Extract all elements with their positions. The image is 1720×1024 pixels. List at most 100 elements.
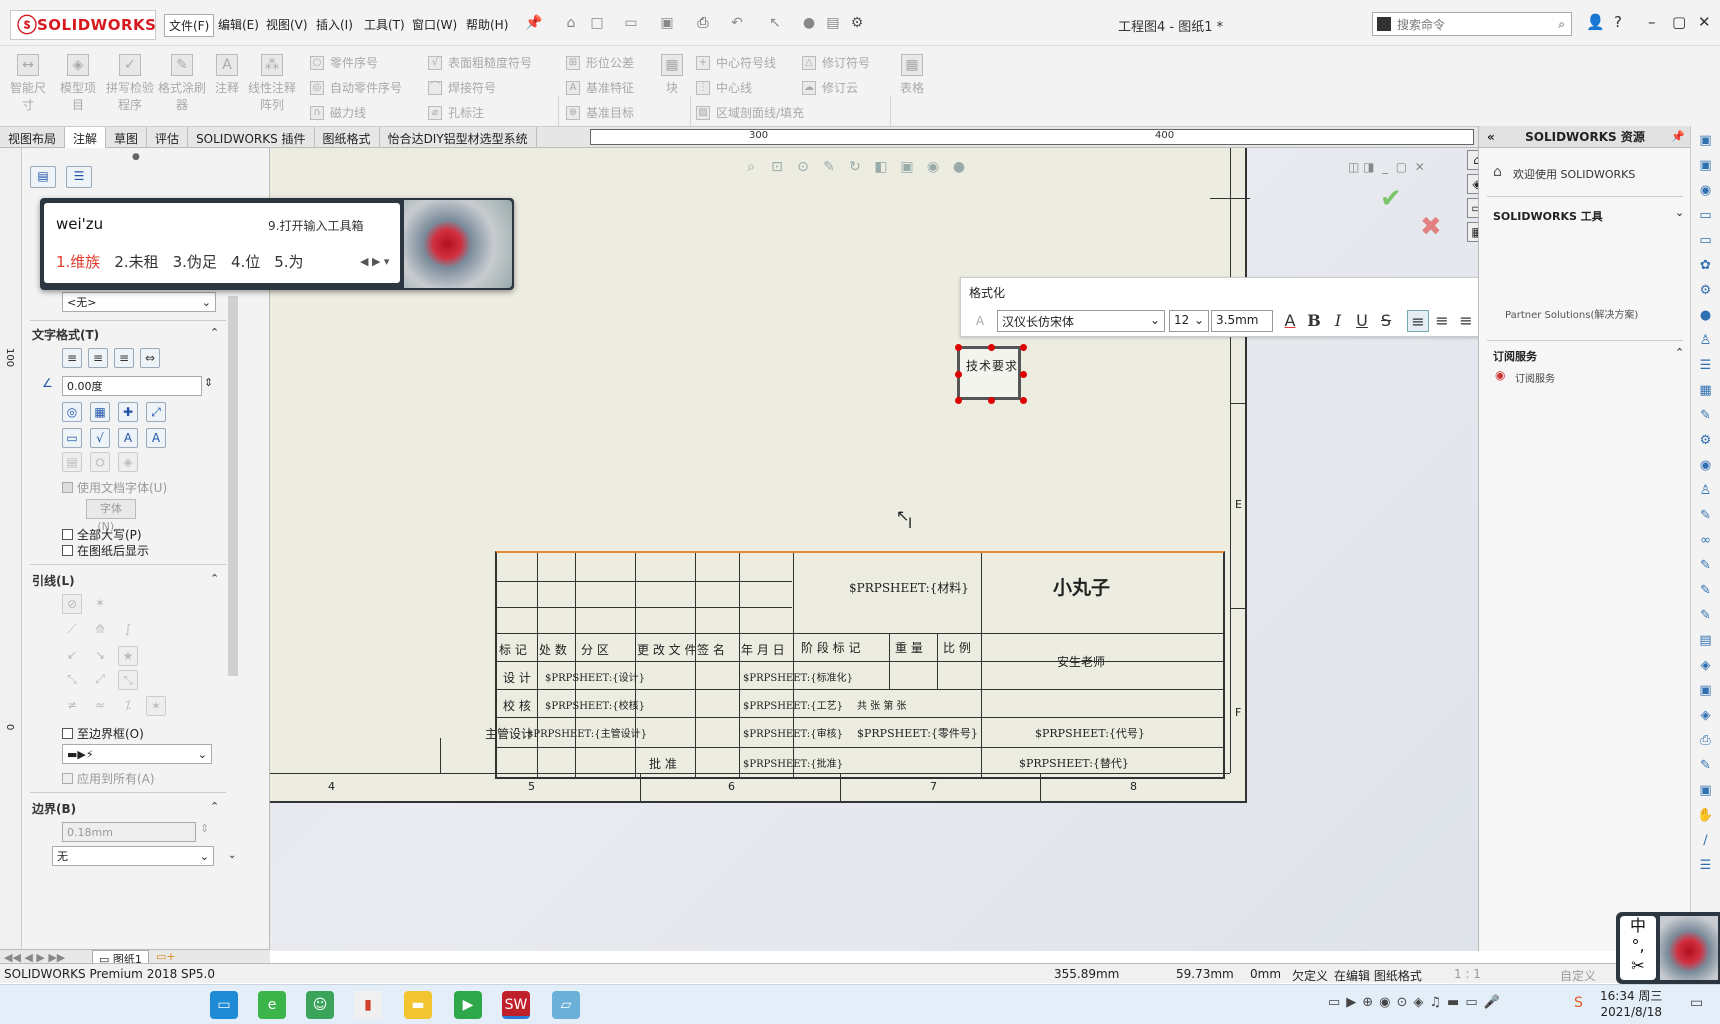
use-doc-font-checkbox[interactable]: 使用文档字体(U) xyxy=(62,479,167,496)
link-icon[interactable]: ∞ xyxy=(1697,533,1715,551)
revision-cloud-button[interactable]: ☁ 修订云 xyxy=(802,79,870,96)
ime-candidate[interactable]: 1.维族 xyxy=(56,251,100,272)
pin-icon[interactable]: 📌 xyxy=(1671,126,1685,148)
chief-field[interactable]: $PRPSHEET:{主管设计} xyxy=(527,725,692,740)
attach-icon[interactable]: ✶ xyxy=(146,696,166,716)
file-icon[interactable]: ▭ xyxy=(1697,208,1715,226)
auto-balloon-button[interactable]: ◎ 自动零件序号 xyxy=(310,79,402,96)
scroll-down-icon[interactable]: ⌄ xyxy=(228,850,236,861)
border-width-input[interactable]: 0.18mm xyxy=(62,822,196,842)
pen-icon[interactable]: ✎ xyxy=(1697,608,1715,626)
align-left-icon[interactable]: ≡ xyxy=(62,348,82,368)
zoom-area-icon[interactable]: ⊡ xyxy=(768,158,786,176)
menu-view[interactable]: 视图(V) xyxy=(262,14,312,35)
brush-icon[interactable]: ✎ xyxy=(1697,508,1715,526)
rotate-icon[interactable]: ↻ xyxy=(846,158,864,176)
chevron-up-icon[interactable]: ⌃ xyxy=(1675,346,1684,359)
wechat-app-icon[interactable]: ☺ xyxy=(306,991,334,1019)
apply-all-checkbox[interactable]: 应用到所有(A) xyxy=(62,770,155,787)
align-left-icon[interactable]: ≡ xyxy=(1407,310,1429,332)
font-button[interactable]: 字体(N)... xyxy=(86,499,136,533)
maximize-icon[interactable]: ▢ xyxy=(1672,13,1686,31)
text-style-icon[interactable]: A xyxy=(146,428,166,448)
slides-app-icon[interactable]: ▮ xyxy=(354,991,382,1019)
check-field[interactable]: $PRPSHEET:{校核} xyxy=(545,697,690,712)
part-number-field[interactable]: $PRPSHEET:{零件号} xyxy=(857,725,978,741)
leader-left-icon[interactable]: ↙ xyxy=(62,646,82,666)
italic-button[interactable]: I xyxy=(1327,310,1349,332)
ime-page-arrows-icon[interactable]: ◀ ▶ ▾ xyxy=(360,255,389,268)
gears-icon[interactable]: ⚙ xyxy=(1697,433,1715,451)
player-app-icon[interactable]: ▶ xyxy=(454,991,482,1019)
subscription-section[interactable]: 订阅服务 xyxy=(1493,348,1537,364)
chart-icon[interactable]: ▤ xyxy=(1697,633,1715,651)
table-icon[interactable]: ▦ xyxy=(1697,383,1715,401)
underline-button[interactable]: U xyxy=(1351,310,1373,332)
chevron-up-icon[interactable]: ⌃ xyxy=(210,326,219,339)
menu-edit[interactable]: 编辑(E) xyxy=(214,14,263,35)
justify-icon[interactable]: ⇔ xyxy=(140,348,160,368)
arrow-style-select[interactable]: ▬▶⚡ ⌄ xyxy=(62,744,212,764)
gear-icon[interactable]: ⚙ xyxy=(1697,283,1715,301)
file-props-icon[interactable]: ▤ xyxy=(824,14,842,32)
surface-finish-button[interactable]: √ 表面粗糙度符号 xyxy=(428,54,532,71)
ime-lang[interactable]: 中 xyxy=(1620,916,1656,936)
smart-dimension-button[interactable]: ↔ 智能尺寸 xyxy=(6,54,50,113)
stack-note-icon[interactable]: ▭ xyxy=(62,428,82,448)
note-annotation[interactable]: 技术要求 xyxy=(955,344,1027,404)
eye-icon[interactable]: ◉ xyxy=(1697,458,1715,476)
spell-check-button[interactable]: ✓ 拼写检验程序 xyxy=(106,54,154,113)
center-mark-button[interactable]: + 中心符号线 xyxy=(696,54,804,71)
person-icon[interactable]: ♙ xyxy=(1697,483,1715,501)
menu-help[interactable]: 帮助(H) xyxy=(462,14,512,35)
bent-leader-icon[interactable]: ⟰ xyxy=(90,620,110,640)
tab-evaluate[interactable]: 评估 xyxy=(147,127,189,148)
hand-icon[interactable]: ✋ xyxy=(1697,808,1715,826)
menu-tools[interactable]: 工具(T) xyxy=(360,14,409,35)
solidworks-logo[interactable]: ⓢ SOLIDWORKS xyxy=(10,10,156,40)
ime-punct[interactable]: °, xyxy=(1620,936,1656,956)
rebuild-icon[interactable]: ● xyxy=(800,14,818,32)
new-icon[interactable]: □ xyxy=(588,14,606,32)
title-block[interactable]: $PRPSHEET:{材料} 小丸子 标 记 处 数 分 区 更 改 文 件 号… xyxy=(485,551,1225,779)
link-property-icon[interactable]: ◎ xyxy=(62,402,82,422)
search-input[interactable]: 搜索命令 ⌕ xyxy=(1372,12,1572,36)
auto-leader-icon[interactable]: ✶ xyxy=(90,594,110,614)
minimize-icon[interactable]: – xyxy=(1648,13,1656,31)
sw-tools-section[interactable]: SOLIDWORKS 工具 xyxy=(1493,208,1603,224)
hole-callout-button[interactable]: ⌀ 孔标注 xyxy=(428,104,532,121)
resize-handle[interactable] xyxy=(1020,371,1027,378)
no-leader-icon[interactable]: ⊘ xyxy=(62,594,82,614)
multi-jog-icon[interactable]: ⁒ xyxy=(118,696,138,716)
magnetic-line-button[interactable]: ∩ 磁力线 xyxy=(310,104,402,121)
leader-style-icon[interactable]: ⤡ xyxy=(62,670,82,690)
welcome-link[interactable]: 欢迎使用 SOLIDWORKS xyxy=(1513,166,1635,182)
solidworks-app-icon[interactable]: SW xyxy=(502,991,530,1019)
tray-ime-icon[interactable]: S xyxy=(1574,995,1583,1011)
ime-status-badge[interactable]: 中 °, ✂ xyxy=(1616,912,1720,984)
box-icon[interactable]: ◈ xyxy=(1697,658,1715,676)
open-icon[interactable]: ▭ xyxy=(622,14,640,32)
note-text[interactable]: 技术要求 xyxy=(966,357,1018,374)
panel-scrollbar[interactable] xyxy=(228,296,238,676)
screen-icon[interactable]: ▭ xyxy=(1697,233,1715,251)
ime-candidate[interactable]: 2.未租 xyxy=(114,251,158,272)
multi-jog-icon[interactable]: ≈ xyxy=(90,696,110,716)
save-icon[interactable]: ▣ xyxy=(658,14,676,32)
design-field[interactable]: $PRPSHEET:{设计} xyxy=(545,669,690,684)
pen-icon[interactable]: ✎ xyxy=(1697,583,1715,601)
resize-handle[interactable] xyxy=(955,397,962,404)
person-icon[interactable]: ♙ xyxy=(1697,333,1715,351)
chevron-up-icon[interactable]: ⌃ xyxy=(210,800,219,813)
navigate-icon[interactable]: ◉ xyxy=(1697,183,1715,201)
angle-input[interactable]: 0.00度 xyxy=(62,376,202,396)
tab-addins[interactable]: SOLIDWORKS 插件 xyxy=(188,127,315,148)
search-icon[interactable]: ⌕ xyxy=(1558,17,1565,32)
tab-annotation[interactable]: 注解 xyxy=(65,127,107,148)
material-field[interactable]: $PRPSHEET:{材料} xyxy=(849,579,969,596)
leader-right-icon[interactable]: ↘ xyxy=(90,646,110,666)
border-title[interactable]: 边界(B) xyxy=(32,800,76,817)
print-icon[interactable]: ⎙ xyxy=(1697,733,1715,751)
all-caps-checkbox[interactable]: 全部大写(P) xyxy=(62,526,142,543)
replace-field[interactable]: $PRPSHEET:{替代} xyxy=(1019,755,1129,771)
